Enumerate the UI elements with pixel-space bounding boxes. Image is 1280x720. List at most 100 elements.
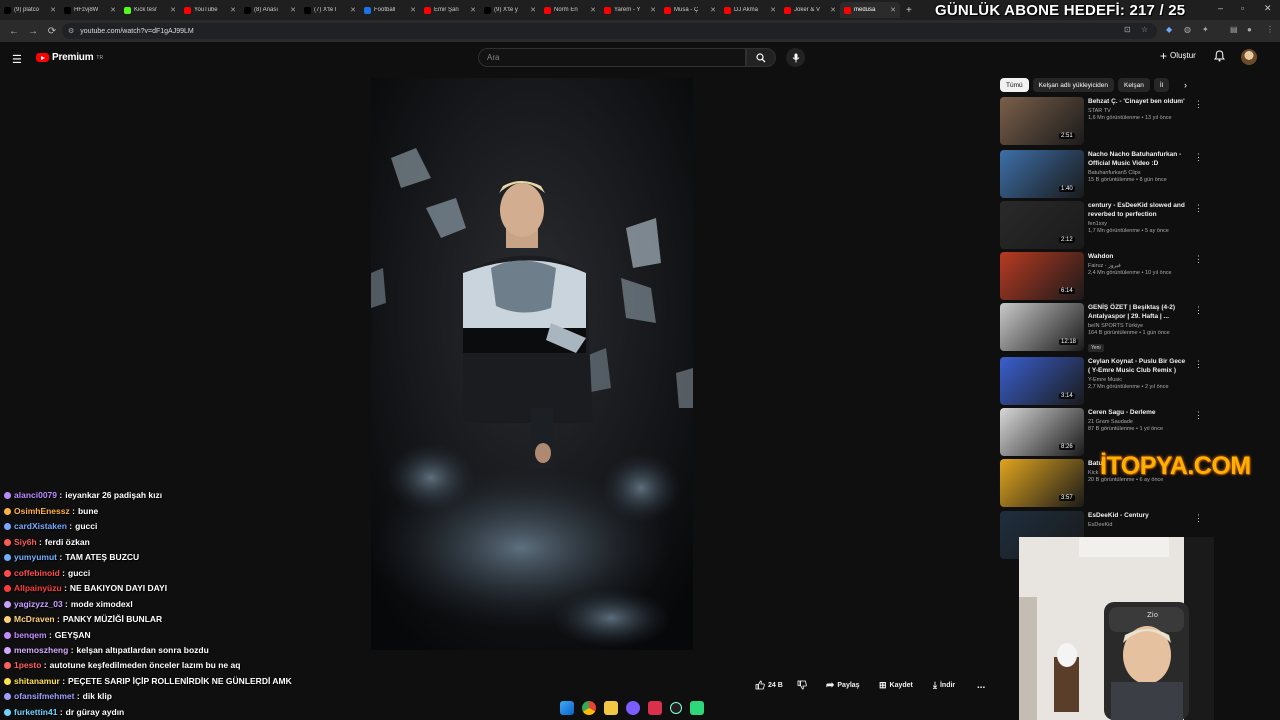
channel-name[interactable]: 21 Gram Saudade (1088, 419, 1188, 425)
video-player[interactable] (371, 78, 693, 650)
browser-tab[interactable]: Musa - Ç ✕ (660, 2, 720, 18)
install-icon[interactable]: ⊡ (1124, 25, 1131, 34)
obs-icon[interactable] (626, 701, 640, 715)
video-title[interactable]: Ceylan Koynat - Puslu Bir Gece ( Y-Emre … (1088, 357, 1188, 375)
file-explorer-icon[interactable] (604, 701, 618, 715)
more-options-icon[interactable]: ⋮ (1194, 254, 1203, 265)
save-button[interactable]: ⊞ Kaydet (879, 676, 913, 694)
recommended-video[interactable]: 2:12 century - EsDeeKid slowed and reverb… (1000, 201, 1203, 249)
browser-tab[interactable]: YouTube ✕ (180, 2, 240, 18)
more-options-icon[interactable]: ⋮ (1194, 513, 1203, 524)
sidepanel-icon[interactable]: ▤ (1230, 25, 1238, 34)
channel-name[interactable]: Batuhanfurkan5 Clips (1088, 170, 1188, 176)
tab-close-icon[interactable]: ✕ (710, 6, 716, 14)
browser-tab[interactable]: Kick tesr ✕ (120, 2, 180, 18)
video-title[interactable]: Wahdon (1088, 252, 1188, 261)
dislike-button[interactable] (797, 676, 807, 694)
channel-name[interactable]: Fairuz - فيروز (1088, 263, 1188, 269)
channel-name[interactable]: Y-Emre Music (1088, 377, 1188, 383)
chrome-icon[interactable] (582, 701, 596, 715)
spotify-icon[interactable] (690, 701, 704, 715)
more-options-icon[interactable]: ⋮ (1194, 203, 1203, 214)
tab-close-icon[interactable]: ✕ (470, 6, 476, 14)
tab-close-icon[interactable]: ✕ (410, 6, 416, 14)
browser-tab[interactable]: Emir Şan ✕ (420, 2, 480, 18)
more-options-icon[interactable]: ⋮ (1194, 152, 1203, 163)
tab-close-icon[interactable]: ✕ (290, 6, 296, 14)
create-button[interactable]: + Oluştur (1160, 50, 1196, 62)
video-title[interactable]: EsDeeKid - Century (1088, 511, 1188, 520)
recommended-video[interactable]: 12:18 GENİŞ ÖZET | Beşiktaş (4-2) Antalya… (1000, 303, 1203, 352)
filter-chip[interactable]: İl (1153, 78, 1170, 92)
recommended-video[interactable]: 2:51 Behzat Ç. - 'Cinayet ben oldum' STAR … (1000, 97, 1203, 145)
tab-close-icon[interactable]: ✕ (770, 6, 776, 14)
profile-icon[interactable]: ● (1247, 25, 1252, 34)
tab-close-icon[interactable]: ✕ (650, 6, 656, 14)
tab-close-icon[interactable]: ✕ (110, 6, 116, 14)
more-options-icon[interactable]: ⋮ (1194, 359, 1203, 370)
more-options-icon[interactable]: ⋮ (1194, 305, 1203, 316)
extensions-puzzle-icon[interactable]: ✦ (1202, 25, 1209, 34)
extension-icon-2[interactable]: ◍ (1184, 25, 1191, 34)
browser-tab[interactable]: (7) X'te I ✕ (300, 2, 360, 18)
chevron-right-icon[interactable]: › (1184, 80, 1187, 90)
youtube-logo[interactable]: Premium TR (36, 52, 103, 63)
account-avatar[interactable] (1241, 49, 1257, 65)
browser-tab[interactable]: (9) X'te y ✕ (480, 2, 540, 18)
recommended-video[interactable]: 1:40 Nacho Nacho Batuhanfurkan - Official… (1000, 150, 1203, 198)
reload-icon[interactable]: ⟳ (47, 26, 57, 37)
browser-tab[interactable]: Yarem - Y ✕ (600, 2, 660, 18)
browser-tab[interactable]: medusa ✕ (840, 2, 900, 18)
site-info-icon[interactable]: ⚙ (68, 27, 74, 35)
video-title[interactable]: Ceren Sagu - Derleme (1088, 408, 1188, 417)
browser-tab[interactable]: Joker & V ✕ (780, 2, 840, 18)
browser-tab[interactable]: Norm En ✕ (540, 2, 600, 18)
tab-close-icon[interactable]: ✕ (350, 6, 356, 14)
notifications-bell-icon[interactable] (1214, 50, 1225, 62)
x-app-icon[interactable] (648, 701, 662, 715)
tab-close-icon[interactable]: ✕ (890, 6, 896, 14)
tab-close-icon[interactable]: ✕ (170, 6, 176, 14)
browser-tab[interactable]: Football ✕ (360, 2, 420, 18)
tab-close-icon[interactable]: ✕ (590, 6, 596, 14)
address-bar[interactable]: ⚙ youtube.com/watch?v=dF1gAJ99LM (62, 23, 1157, 39)
share-button[interactable]: ➦ Paylaş (826, 676, 860, 694)
voice-search-button[interactable] (786, 48, 805, 67)
app-icon[interactable] (670, 702, 682, 714)
more-actions-button[interactable]: ... (977, 676, 985, 694)
tab-close-icon[interactable]: ✕ (230, 6, 236, 14)
maximize-icon[interactable]: ▫ (1241, 3, 1244, 13)
search-button[interactable] (746, 48, 776, 67)
filter-chip[interactable]: Kelşan (1118, 78, 1150, 92)
browser-tab[interactable]: DJ Akma ✕ (720, 2, 780, 18)
like-button[interactable]: 24 B (755, 676, 783, 694)
forward-icon[interactable]: → (28, 26, 38, 37)
bookmark-star-icon[interactable]: ☆ (1141, 25, 1148, 34)
channel-name[interactable]: fen1xxy (1088, 221, 1188, 227)
hamburger-menu-icon[interactable]: ☰ (12, 53, 22, 66)
search-input[interactable]: Ara (478, 48, 746, 67)
windows-start-icon[interactable] (560, 701, 574, 715)
filter-chip[interactable]: Kelşan adlı yükleyiciden (1032, 78, 1114, 92)
filter-chip[interactable]: Tümü (1000, 78, 1029, 92)
recommended-video[interactable]: 6:14 Wahdon Fairuz - فيروز 2,4 Mn görüntüle… (1000, 252, 1203, 300)
recommended-video[interactable]: 8:26 Ceren Sagu - Derleme 21 Gram Saudade 8… (1000, 408, 1203, 456)
channel-name[interactable]: beIN SPORTS Türkiye (1088, 323, 1188, 329)
browser-menu-icon[interactable]: ⋮ (1266, 25, 1274, 34)
video-title[interactable]: century - EsDeeKid slowed and reverbed t… (1088, 201, 1188, 219)
video-title[interactable]: GENİŞ ÖZET | Beşiktaş (4-2) Antalyaspor … (1088, 303, 1188, 321)
download-button[interactable]: ⤓ İndir (933, 676, 955, 694)
new-tab-button[interactable]: + (906, 5, 912, 16)
browser-tab[interactable]: (8) Anası ✕ (240, 2, 300, 18)
recommended-video[interactable]: 3:14 Ceylan Koynat - Puslu Bir Gece ( Y-E… (1000, 357, 1203, 405)
back-icon[interactable]: ← (9, 26, 19, 37)
tab-close-icon[interactable]: ✕ (50, 6, 56, 14)
browser-tab[interactable]: (9) platco ✕ (0, 2, 60, 18)
minimize-icon[interactable]: – (1218, 3, 1223, 13)
channel-name[interactable]: STAR TV (1088, 108, 1188, 114)
more-options-icon[interactable]: ⋮ (1194, 410, 1203, 421)
video-title[interactable]: Nacho Nacho Batuhanfurkan - Official Mus… (1088, 150, 1188, 168)
extension-icon[interactable]: ◆ (1166, 25, 1172, 34)
more-options-icon[interactable]: ⋮ (1194, 99, 1203, 110)
tab-close-icon[interactable]: ✕ (530, 6, 536, 14)
